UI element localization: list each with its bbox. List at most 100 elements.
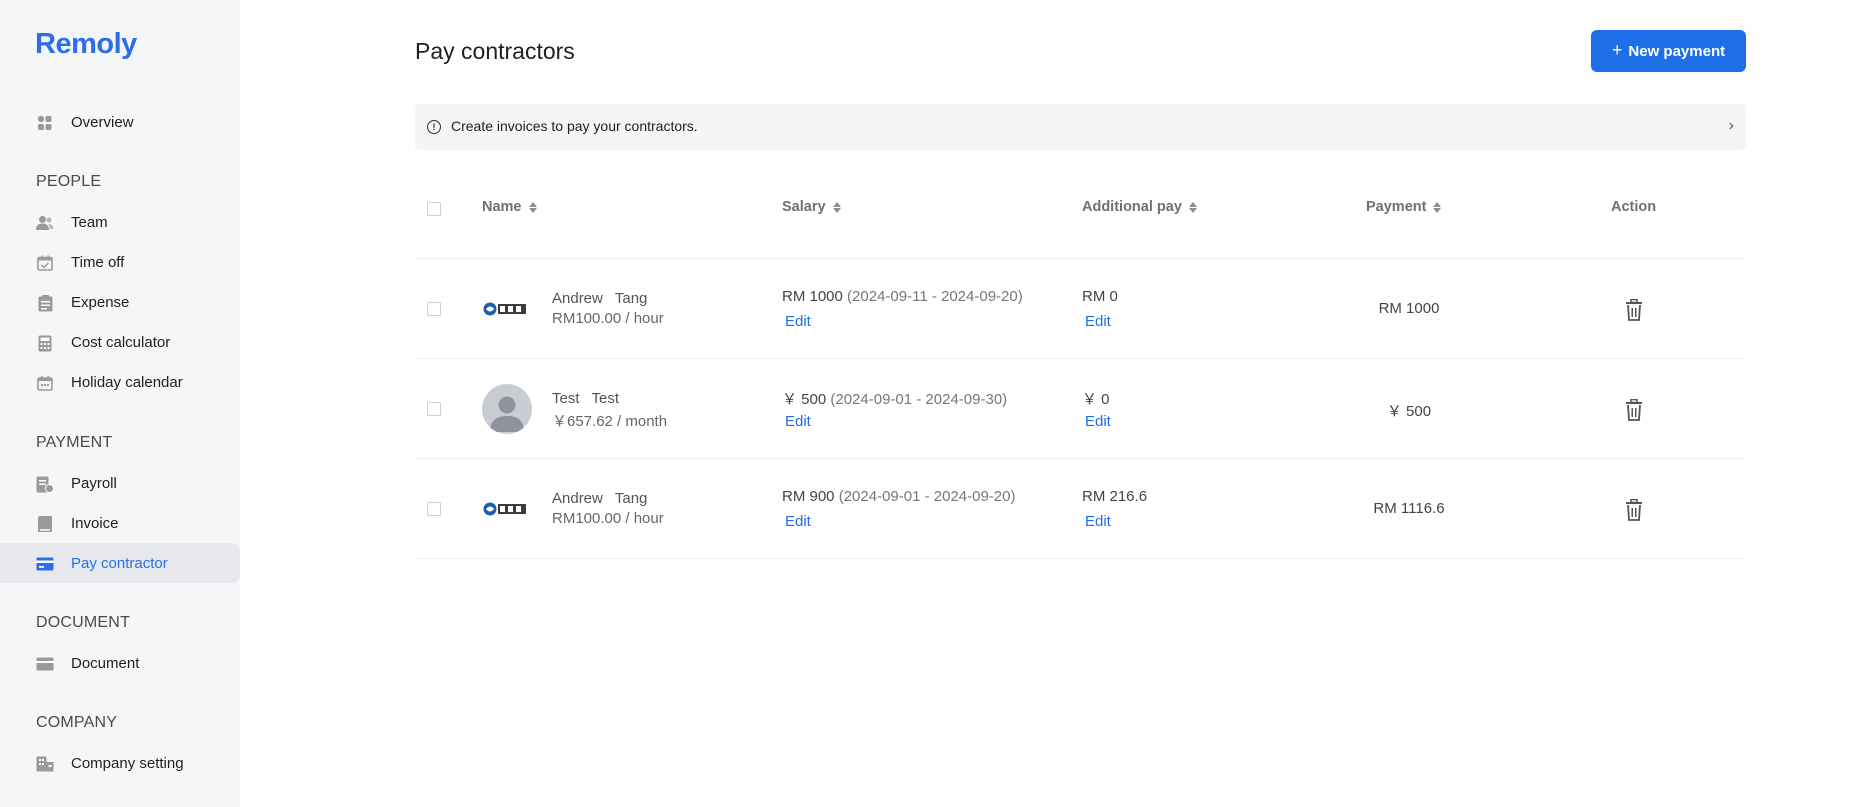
edit-additional-link[interactable]: Edit: [1085, 413, 1111, 430]
column-label: Payment: [1366, 199, 1427, 215]
company-logo-icon: [483, 502, 526, 516]
section-people: PEOPLE: [36, 173, 102, 190]
column-label: Salary: [782, 199, 826, 215]
additional-pay: RM 0: [1082, 288, 1118, 305]
row-checkbox[interactable]: [427, 502, 441, 516]
chevron-right-icon: ›: [1728, 117, 1734, 134]
column-header-additional-pay[interactable]: Additional pay: [1082, 199, 1197, 215]
team-icon: [36, 214, 54, 232]
sidebar-item-time-off[interactable]: Time off: [0, 242, 240, 282]
calendar-check-icon: [36, 254, 54, 272]
last-name: Tang: [614, 490, 648, 507]
sort-icon: [1433, 201, 1442, 213]
trash-icon[interactable]: [1624, 398, 1644, 421]
salary-amount: RM 900: [782, 488, 835, 505]
contractor-name[interactable]: Andrew Tang: [552, 290, 647, 307]
sidebar-item-label: Team: [71, 213, 108, 231]
sidebar-item-label: Time off: [71, 253, 125, 271]
trash-icon[interactable]: [1624, 498, 1644, 521]
section-company: COMPANY: [36, 714, 118, 731]
payroll-icon: [36, 475, 54, 493]
divider: [415, 258, 1746, 259]
calculator-icon: [36, 334, 54, 352]
row-checkbox[interactable]: [427, 302, 441, 316]
trash-icon[interactable]: [1624, 298, 1644, 321]
sidebar-item-label: Company setting: [71, 754, 184, 772]
rate: RM100.00 / hour: [552, 310, 664, 327]
salary-amount: RM 1000: [782, 288, 843, 305]
edit-additional-link[interactable]: Edit: [1085, 513, 1111, 530]
column-header-salary[interactable]: Salary: [782, 199, 841, 215]
sidebar-item-team[interactable]: Team: [0, 202, 240, 242]
first-name: Andrew: [552, 290, 603, 307]
column-header-payment[interactable]: Payment: [1366, 199, 1442, 215]
invoice-icon: [36, 515, 54, 533]
sidebar-item-label: Payroll: [71, 474, 117, 492]
avatar: [482, 284, 532, 334]
contractor-name[interactable]: Andrew Tang: [552, 490, 647, 507]
column-header-name[interactable]: Name: [482, 199, 537, 215]
additional-pay: ￥ 0: [1082, 391, 1110, 408]
new-payment-button[interactable]: + New payment: [1591, 30, 1746, 72]
column-label: Name: [482, 199, 522, 215]
user-silhouette-icon: [490, 396, 524, 432]
rate: RM100.00 / hour: [552, 510, 664, 527]
sidebar-item-document[interactable]: Document: [0, 643, 240, 683]
additional-pay: RM 216.6: [1082, 488, 1148, 505]
sidebar-item-invoice[interactable]: Invoice: [0, 503, 240, 543]
sidebar-item-label: Holiday calendar: [71, 373, 183, 391]
sidebar-item-overview[interactable]: Overview: [0, 102, 240, 142]
page-title: Pay contractors: [415, 38, 575, 64]
salary: ￥ 500 (2024-09-01 - 2024-09-30): [782, 388, 1007, 409]
salary-range: (2024-09-01 - 2024-09-30): [830, 391, 1008, 408]
edit-salary-link[interactable]: Edit: [785, 413, 811, 430]
salary-amount: ￥ 500: [782, 391, 827, 408]
select-all-checkbox[interactable]: [427, 202, 441, 216]
sidebar-item-label: Expense: [71, 293, 130, 311]
column-header-action: Action: [1611, 199, 1656, 215]
calendar-icon: [36, 374, 54, 392]
edit-salary-link[interactable]: Edit: [785, 513, 811, 530]
sidebar-item-cost-calculator[interactable]: Cost calculator: [0, 322, 240, 362]
app-logo[interactable]: Remoly: [35, 28, 137, 61]
sidebar-item-holiday-calendar[interactable]: Holiday calendar: [0, 362, 240, 402]
info-icon: !: [427, 120, 441, 134]
contractor-name[interactable]: Test Test: [552, 390, 619, 407]
sidebar-item-label: Overview: [71, 113, 134, 131]
payment-total: RM 1000: [1378, 300, 1440, 317]
sidebar-item-label: Document: [71, 654, 140, 672]
sort-icon: [832, 201, 841, 213]
avatar: [482, 384, 532, 434]
divider: [415, 558, 1746, 559]
last-name: Test: [591, 390, 620, 407]
last-name: Tang: [614, 290, 648, 307]
section-payment: PAYMENT: [36, 434, 113, 451]
sidebar-item-payroll[interactable]: Payroll: [0, 463, 240, 503]
sort-icon: [1188, 201, 1197, 213]
avatar: [482, 484, 532, 534]
credit-card-icon: [36, 555, 54, 573]
sidebar-item-expense[interactable]: Expense: [0, 282, 240, 322]
sidebar-item-company-setting[interactable]: Company setting: [0, 743, 240, 783]
first-name: Test: [552, 390, 580, 407]
new-payment-label: New payment: [1628, 42, 1726, 60]
row-checkbox[interactable]: [427, 402, 441, 416]
salary-range: (2024-09-01 - 2024-09-20): [838, 488, 1016, 505]
sidebar-item-label: Cost calculator: [71, 333, 171, 351]
divider: [415, 358, 1746, 359]
edit-salary-link[interactable]: Edit: [785, 313, 811, 330]
column-label: Additional pay: [1082, 199, 1182, 215]
document-icon: [36, 655, 54, 673]
sidebar-item-pay-contractor[interactable]: Pay contractor: [0, 543, 240, 583]
salary-range: (2024-09-11 - 2024-09-20): [847, 288, 1023, 305]
rate: ￥657.62 / month: [552, 413, 668, 430]
column-label: Action: [1611, 199, 1657, 215]
first-name: Andrew: [552, 490, 603, 507]
sort-icon: [528, 201, 537, 213]
salary: RM 1000 (2024-09-11 - 2024-09-20): [782, 288, 1023, 305]
grid-icon: [36, 114, 54, 132]
edit-additional-link[interactable]: Edit: [1085, 313, 1111, 330]
divider: [415, 458, 1746, 459]
info-banner[interactable]: ! Create invoices to pay your contractor…: [415, 104, 1746, 150]
section-document: DOCUMENT: [36, 614, 131, 631]
